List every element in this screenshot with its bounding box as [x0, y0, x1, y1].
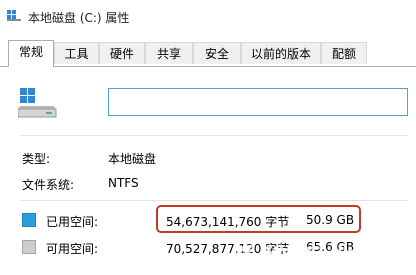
title-bar: 本地磁盘 (C:) 属性: [0, 0, 416, 32]
tab-quota[interactable]: 配额: [321, 42, 367, 64]
watermark: 系统天地: [232, 244, 361, 274]
tab-previous-versions[interactable]: 以前的版本: [241, 42, 321, 64]
used-space-label: 已用空间:: [46, 215, 99, 229]
window-title: 本地磁盘 (C:) 属性: [28, 11, 130, 25]
divider: [20, 200, 408, 201]
tab-security[interactable]: 安全: [193, 42, 241, 64]
tab-strip: 常规 工具 硬件 共享 安全 以前的版本 配额: [0, 40, 416, 67]
drive-title-icon: [7, 10, 21, 21]
file-system-label: 文件系统:: [22, 178, 75, 192]
tab-tools[interactable]: 工具: [54, 42, 99, 64]
divider: [20, 135, 408, 136]
file-system-value: NTFS: [108, 176, 139, 190]
type-label: 类型:: [22, 152, 51, 166]
drive-name-input[interactable]: [108, 88, 408, 116]
tab-hardware[interactable]: 硬件: [99, 42, 145, 64]
drive-icon: [17, 86, 58, 120]
type-value: 本地磁盘: [108, 152, 157, 166]
free-space-swatch: [22, 240, 36, 254]
free-space-label: 可用空间:: [46, 242, 99, 256]
tab-sharing[interactable]: 共享: [145, 42, 193, 64]
tab-baseline: [0, 66, 416, 67]
used-space-swatch: [22, 213, 36, 227]
used-space-highlight-box: [156, 205, 361, 233]
tab-general[interactable]: 常规: [8, 40, 54, 67]
